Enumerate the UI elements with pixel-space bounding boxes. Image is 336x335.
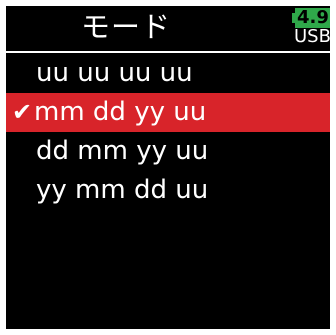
date-format-menu: uu uu uu uu ✔mm dd yy uu dd mm yy uu yy …	[6, 54, 330, 210]
checkmark-icon: ✔	[12, 98, 33, 126]
power-source-label: USB	[294, 26, 330, 47]
header-divider	[6, 51, 330, 53]
device-screen: モード 4.9 USB uu uu uu uu ✔mm dd yy uu dd …	[6, 6, 330, 329]
battery-level: 4.9	[295, 8, 330, 28]
battery-indicator: 4.9 USB	[292, 8, 330, 48]
menu-item-dd-mm-yy-uu[interactable]: dd mm yy uu	[6, 132, 330, 171]
menu-item-label: mm dd yy uu	[34, 97, 207, 127]
menu-item-label: uu uu uu uu	[36, 58, 193, 88]
screen-title: モード	[80, 10, 171, 44]
menu-item-label: yy mm dd uu	[36, 175, 209, 205]
menu-item-yy-mm-dd-uu[interactable]: yy mm dd uu	[6, 171, 330, 210]
menu-item-uu-uu-uu-uu[interactable]: uu uu uu uu	[6, 54, 330, 93]
menu-item-mm-dd-yy-uu[interactable]: ✔mm dd yy uu	[6, 93, 330, 132]
menu-item-label: dd mm yy uu	[36, 136, 209, 166]
